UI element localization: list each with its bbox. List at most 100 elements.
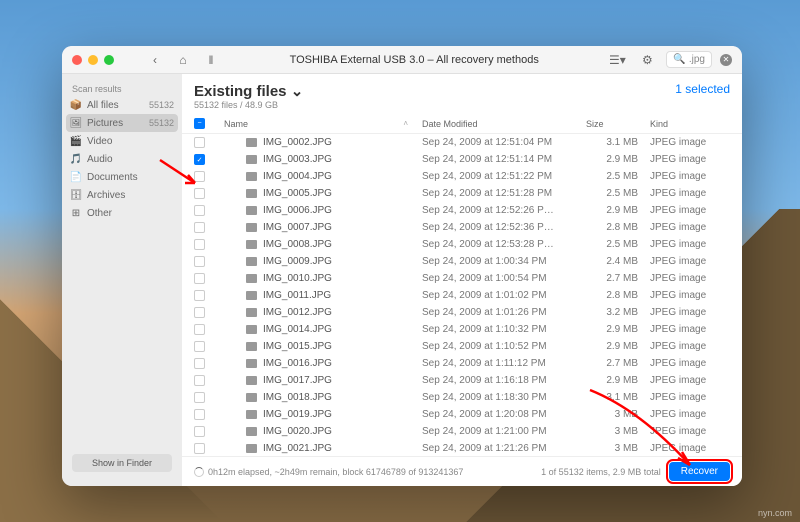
table-row[interactable]: IMG_0016.JPGSep 24, 2009 at 1:11:12 PM2.… [182, 355, 742, 372]
column-date[interactable]: Date Modified [422, 119, 582, 129]
row-checkbox[interactable]: ✓ [194, 154, 205, 165]
file-icon [246, 444, 257, 453]
row-checkbox[interactable] [194, 375, 205, 386]
table-row[interactable]: IMG_0020.JPGSep 24, 2009 at 1:21:00 PM3 … [182, 423, 742, 440]
sort-indicator-icon: ˄ [403, 119, 408, 128]
table-row[interactable]: IMG_0021.JPGSep 24, 2009 at 1:21:26 PM3 … [182, 440, 742, 456]
select-all-checkbox[interactable]: − [194, 118, 205, 129]
row-checkbox[interactable] [194, 290, 205, 301]
status-text: 0h12m elapsed, ~2h49m remain, block 6174… [208, 467, 463, 477]
file-kind: JPEG image [650, 205, 730, 216]
table-row[interactable]: IMG_0012.JPGSep 24, 2009 at 1:01:26 PM3.… [182, 304, 742, 321]
settings-button[interactable]: ⚙ [636, 50, 658, 70]
show-in-finder-button[interactable]: Show in Finder [72, 454, 172, 472]
section-title[interactable]: Existing files ⌄ [194, 82, 303, 100]
sidebar-item-all-files[interactable]: 📦All files55132 [62, 96, 182, 114]
sidebar-item-documents[interactable]: 📄Documents [62, 168, 182, 186]
file-icon [246, 342, 257, 351]
row-checkbox[interactable] [194, 341, 205, 352]
file-kind: JPEG image [650, 426, 730, 437]
minimize-window-button[interactable] [88, 55, 98, 65]
row-checkbox[interactable] [194, 358, 205, 369]
file-date: Sep 24, 2009 at 1:10:52 PM [422, 341, 582, 352]
table-row[interactable]: IMG_0006.JPGSep 24, 2009 at 12:52:26 P…2… [182, 202, 742, 219]
row-checkbox[interactable] [194, 137, 205, 148]
table-row[interactable]: IMG_0011.JPGSep 24, 2009 at 1:01:02 PM2.… [182, 287, 742, 304]
sidebar-item-audio[interactable]: 🎵Audio [62, 150, 182, 168]
sidebar-item-pictures[interactable]: 🖼Pictures55132 [66, 114, 178, 132]
row-checkbox[interactable] [194, 324, 205, 335]
file-date: Sep 24, 2009 at 1:01:26 PM [422, 307, 582, 318]
view-mode-button[interactable]: ☰▾ [606, 50, 628, 70]
file-kind: JPEG image [650, 239, 730, 250]
clear-search-button[interactable]: ✕ [720, 54, 732, 66]
row-checkbox[interactable] [194, 409, 205, 420]
table-row[interactable]: IMG_0019.JPGSep 24, 2009 at 1:20:08 PM3 … [182, 406, 742, 423]
sidebar-item-count: 55132 [149, 118, 174, 128]
column-kind[interactable]: Kind [650, 119, 730, 129]
row-checkbox[interactable] [194, 426, 205, 437]
row-checkbox[interactable] [194, 205, 205, 216]
table-row[interactable]: IMG_0010.JPGSep 24, 2009 at 1:00:54 PM2.… [182, 270, 742, 287]
file-size: 2.8 MB [586, 222, 646, 233]
file-size: 2.9 MB [586, 341, 646, 352]
table-row[interactable]: IMG_0009.JPGSep 24, 2009 at 1:00:34 PM2.… [182, 253, 742, 270]
sidebar-item-archives[interactable]: 🗄Archives [62, 186, 182, 204]
file-name: IMG_0009.JPG [263, 256, 332, 267]
file-size: 2.5 MB [586, 239, 646, 250]
file-size: 3.2 MB [586, 307, 646, 318]
row-checkbox[interactable] [194, 239, 205, 250]
table-row[interactable]: IMG_0015.JPGSep 24, 2009 at 1:10:52 PM2.… [182, 338, 742, 355]
file-icon [246, 223, 257, 232]
file-size: 2.9 MB [586, 154, 646, 165]
table-row[interactable]: IMG_0002.JPGSep 24, 2009 at 12:51:04 PM3… [182, 134, 742, 151]
column-name[interactable]: Name [216, 119, 399, 129]
row-checkbox[interactable] [194, 256, 205, 267]
row-checkbox[interactable] [194, 222, 205, 233]
file-size: 2.8 MB [586, 290, 646, 301]
search-input[interactable]: 🔍 .jpg [666, 51, 712, 68]
home-button[interactable]: ⌂ [172, 50, 194, 70]
watermark: nyn.com [758, 508, 792, 518]
maximize-window-button[interactable] [104, 55, 114, 65]
sidebar-item-video[interactable]: 🎬Video [62, 132, 182, 150]
table-row[interactable]: IMG_0007.JPGSep 24, 2009 at 12:52:36 P…2… [182, 219, 742, 236]
file-date: Sep 24, 2009 at 1:01:02 PM [422, 290, 582, 301]
table-row[interactable]: ✓IMG_0003.JPGSep 24, 2009 at 12:51:14 PM… [182, 151, 742, 168]
file-icon [246, 410, 257, 419]
sidebar-item-other[interactable]: ⊞Other [62, 204, 182, 222]
sidebar-item-icon: 🎵 [70, 153, 82, 165]
row-checkbox[interactable] [194, 273, 205, 284]
file-name: IMG_0004.JPG [263, 171, 332, 182]
table-row[interactable]: IMG_0014.JPGSep 24, 2009 at 1:10:32 PM2.… [182, 321, 742, 338]
recover-button[interactable]: Recover [669, 462, 730, 481]
table-row[interactable]: IMG_0008.JPGSep 24, 2009 at 12:53:28 P…2… [182, 236, 742, 253]
table-row[interactable]: IMG_0018.JPGSep 24, 2009 at 1:18:30 PM3.… [182, 389, 742, 406]
file-kind: JPEG image [650, 290, 730, 301]
file-date: Sep 24, 2009 at 12:51:04 PM [422, 137, 582, 148]
file-size: 3 MB [586, 426, 646, 437]
file-name: IMG_0002.JPG [263, 137, 332, 148]
file-kind: JPEG image [650, 341, 730, 352]
file-kind: JPEG image [650, 409, 730, 420]
table-body[interactable]: IMG_0002.JPG Sep 24, 2009 at 12:51:04 PM 3… [182, 134, 742, 456]
file-kind: JPEG image [650, 358, 730, 369]
file-icon [246, 325, 257, 334]
row-checkbox[interactable] [194, 307, 205, 318]
pause-button[interactable]: ‖ [200, 50, 222, 70]
row-checkbox[interactable] [194, 188, 205, 199]
back-button[interactable]: ‹ [144, 50, 166, 70]
row-checkbox[interactable] [194, 392, 205, 403]
sidebar: Scan results 📦All files55132🖼Pictures551… [62, 74, 182, 486]
status-right: 1 of 55132 items, 2.9 MB total [541, 467, 661, 477]
table-row[interactable]: IMG_0005.JPGSep 24, 2009 at 12:51:28 PM2… [182, 185, 742, 202]
file-kind: JPEG image [650, 188, 730, 199]
file-kind: JPEG image [650, 443, 730, 454]
row-checkbox[interactable] [194, 443, 205, 454]
titlebar: ‹ ⌂ ‖ TOSHIBA External USB 3.0 – All rec… [62, 46, 742, 74]
table-row[interactable]: IMG_0004.JPGSep 24, 2009 at 12:51:22 PM2… [182, 168, 742, 185]
table-row[interactable]: IMG_0017.JPGSep 24, 2009 at 1:16:18 PM2.… [182, 372, 742, 389]
column-size[interactable]: Size [586, 119, 646, 129]
row-checkbox[interactable] [194, 171, 205, 182]
close-window-button[interactable] [72, 55, 82, 65]
